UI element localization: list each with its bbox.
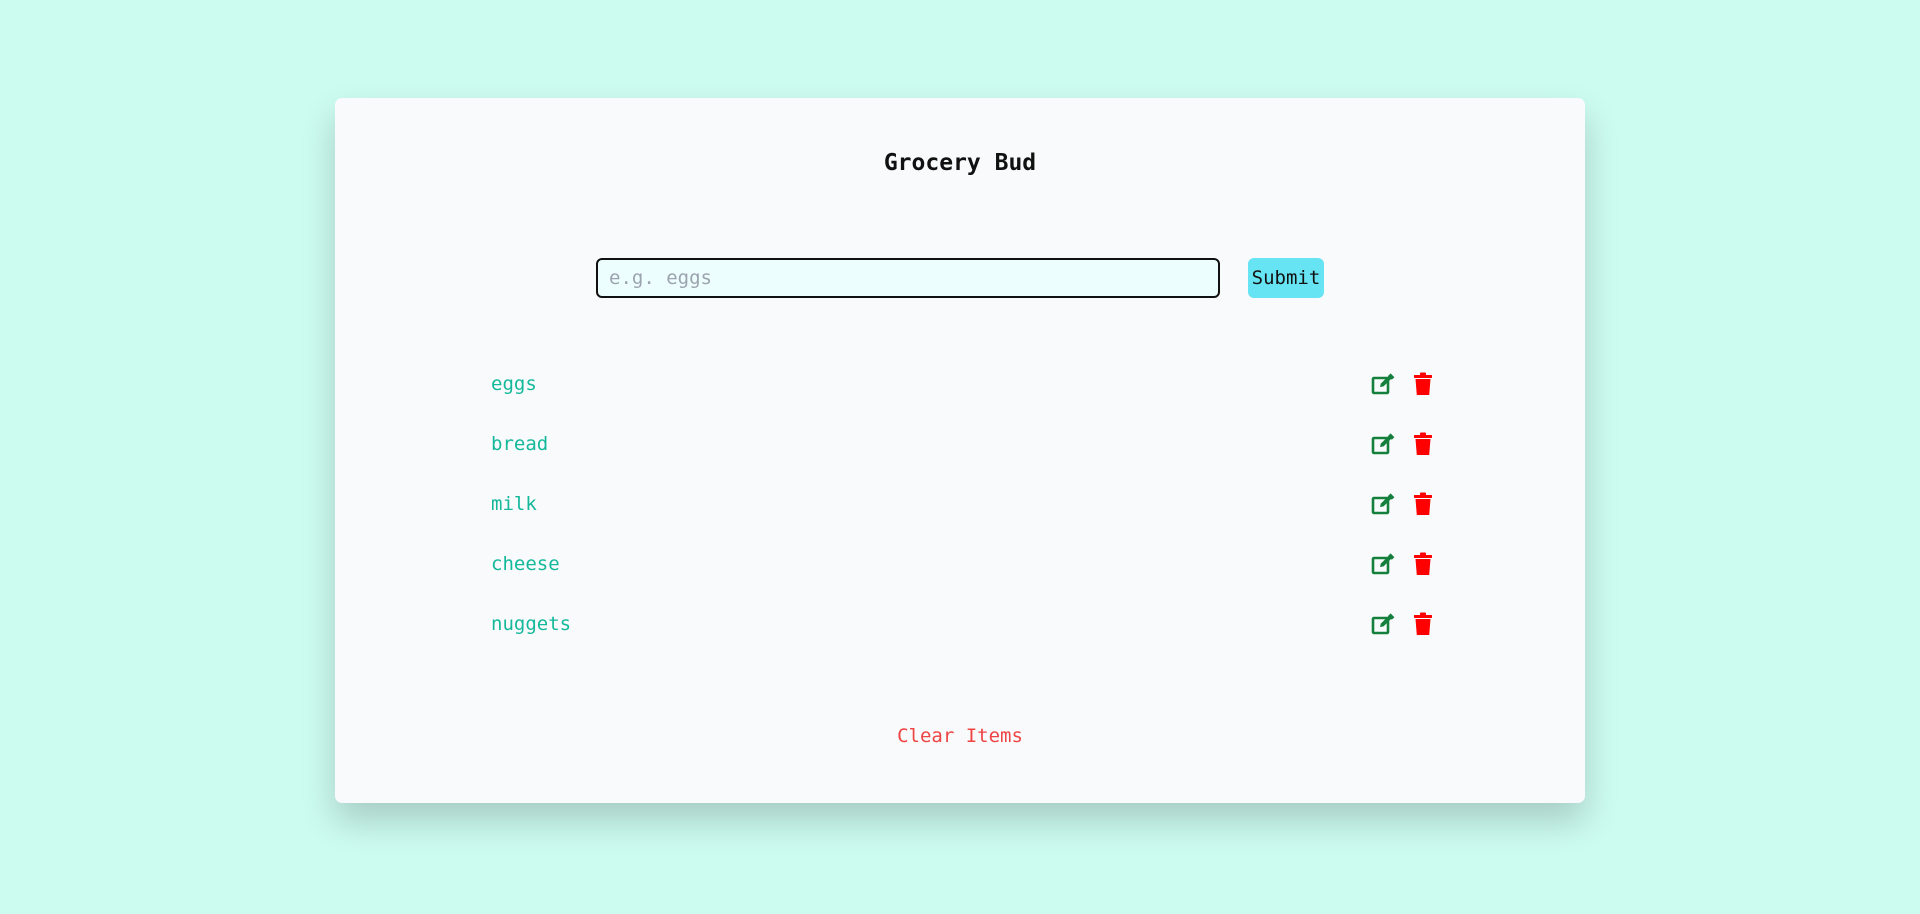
trash-icon: [1410, 371, 1436, 397]
list-item: milk: [491, 492, 1432, 564]
list-item: nuggets: [491, 612, 1432, 684]
edit-icon: [1370, 431, 1396, 457]
list-item: eggs: [491, 372, 1432, 444]
grocery-input[interactable]: [596, 258, 1220, 298]
delete-button[interactable]: [1410, 371, 1436, 397]
edit-icon: [1370, 491, 1396, 517]
trash-icon: [1410, 551, 1436, 577]
item-name: eggs: [491, 373, 537, 395]
edit-button[interactable]: [1370, 611, 1396, 637]
delete-button[interactable]: [1410, 611, 1436, 637]
item-name: nuggets: [491, 613, 572, 635]
submit-button[interactable]: Submit: [1248, 258, 1324, 298]
grocery-card: Grocery Bud Submit eggs bread milk cheese nu…: [335, 98, 1585, 803]
edit-button[interactable]: [1370, 491, 1396, 517]
delete-button[interactable]: [1410, 431, 1436, 457]
delete-button[interactable]: [1410, 551, 1436, 577]
edit-button[interactable]: [1370, 551, 1396, 577]
item-name: milk: [491, 493, 537, 515]
item-name: bread: [491, 433, 549, 455]
page-title: Grocery Bud: [883, 150, 1037, 176]
delete-button[interactable]: [1410, 491, 1436, 517]
edit-icon: [1370, 611, 1396, 637]
list-item: cheese: [491, 552, 1432, 624]
item-name: cheese: [491, 553, 560, 575]
trash-icon: [1410, 431, 1436, 457]
trash-icon: [1410, 611, 1436, 637]
grocery-list: eggs bread milk cheese nuggets: [491, 372, 1432, 684]
edit-button[interactable]: [1370, 371, 1396, 397]
list-item: bread: [491, 432, 1432, 504]
edit-button[interactable]: [1370, 431, 1396, 457]
edit-icon: [1370, 551, 1396, 577]
trash-icon: [1410, 491, 1436, 517]
clear-items-button[interactable]: Clear Items: [860, 725, 1060, 747]
edit-icon: [1370, 371, 1396, 397]
